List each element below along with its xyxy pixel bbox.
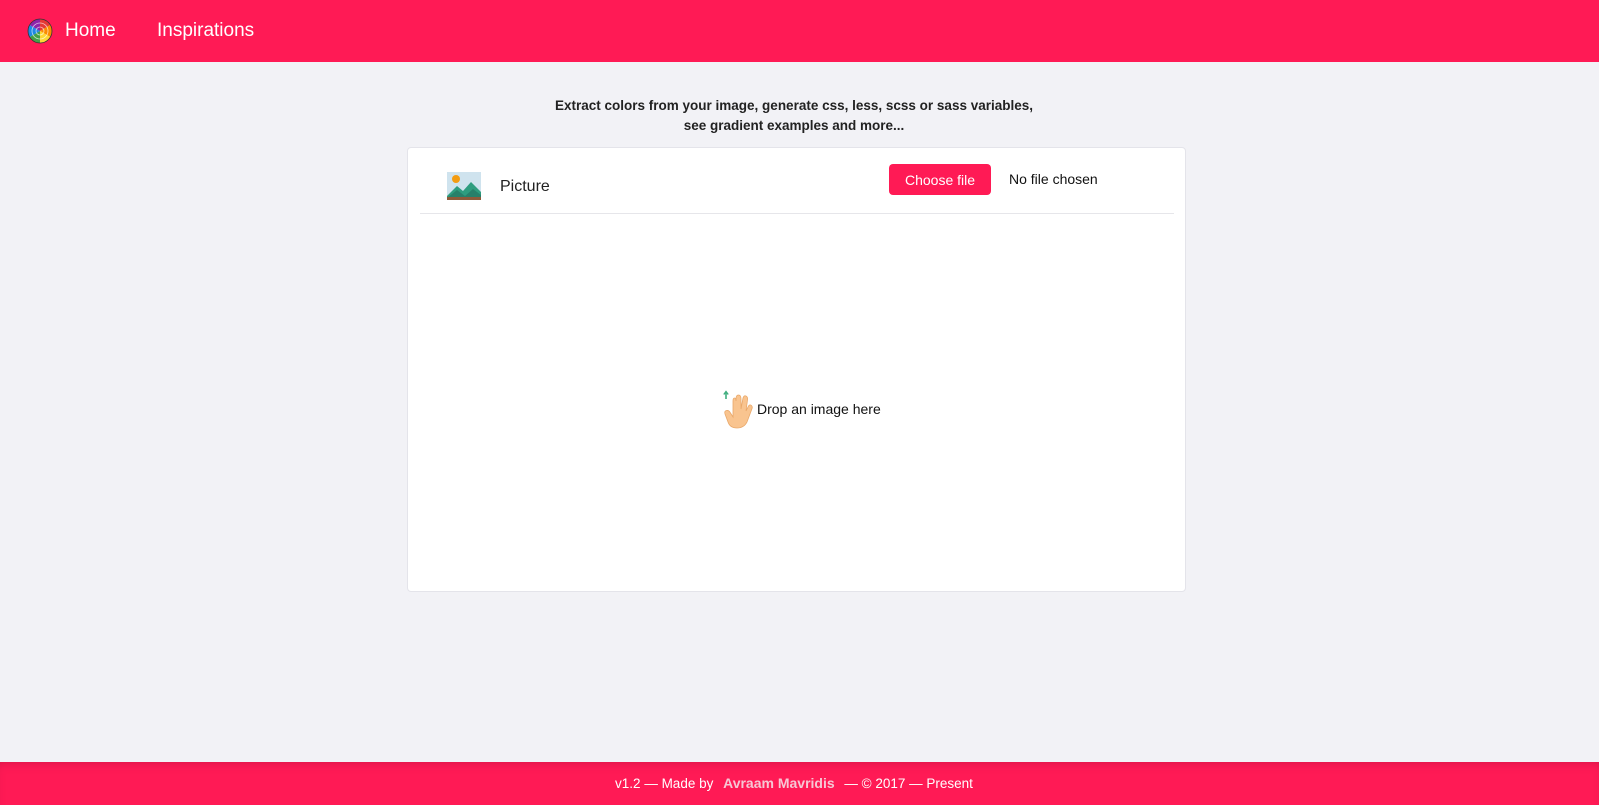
picture-icon <box>447 172 481 200</box>
footer-suffix: — © 2017 — Present <box>844 776 973 791</box>
nav-home-link[interactable]: Home <box>65 19 116 43</box>
footer: v1.2 — Made by Avraam Mavridis — © 2017 … <box>0 762 1599 805</box>
file-status: No file chosen <box>1009 171 1098 187</box>
hand-drop-icon <box>723 390 753 429</box>
upload-card: Picture <box>407 147 1186 592</box>
color-wheel-icon[interactable] <box>27 18 53 44</box>
choose-file-button[interactable]: Choose file <box>889 164 991 195</box>
tagline-line-1: Extract colors from your image, generate… <box>555 98 1033 113</box>
picture-title: Picture <box>500 178 550 195</box>
navbar: Home Inspirations <box>0 0 1599 62</box>
tagline-line-2: see gradient examples and more... <box>683 118 905 133</box>
footer-text: v1.2 — Made by Avraam Mavridis — © 2017 … <box>0 775 1588 792</box>
tagline: Extract colors from your image, generate… <box>0 96 1588 136</box>
footer-author-link[interactable]: Avraam Mavridis <box>723 775 835 791</box>
nav-inspirations-link[interactable]: Inspirations <box>157 19 254 43</box>
footer-prefix: v1.2 — Made by <box>615 776 714 791</box>
drop-zone-label: Drop an image here <box>757 401 881 417</box>
